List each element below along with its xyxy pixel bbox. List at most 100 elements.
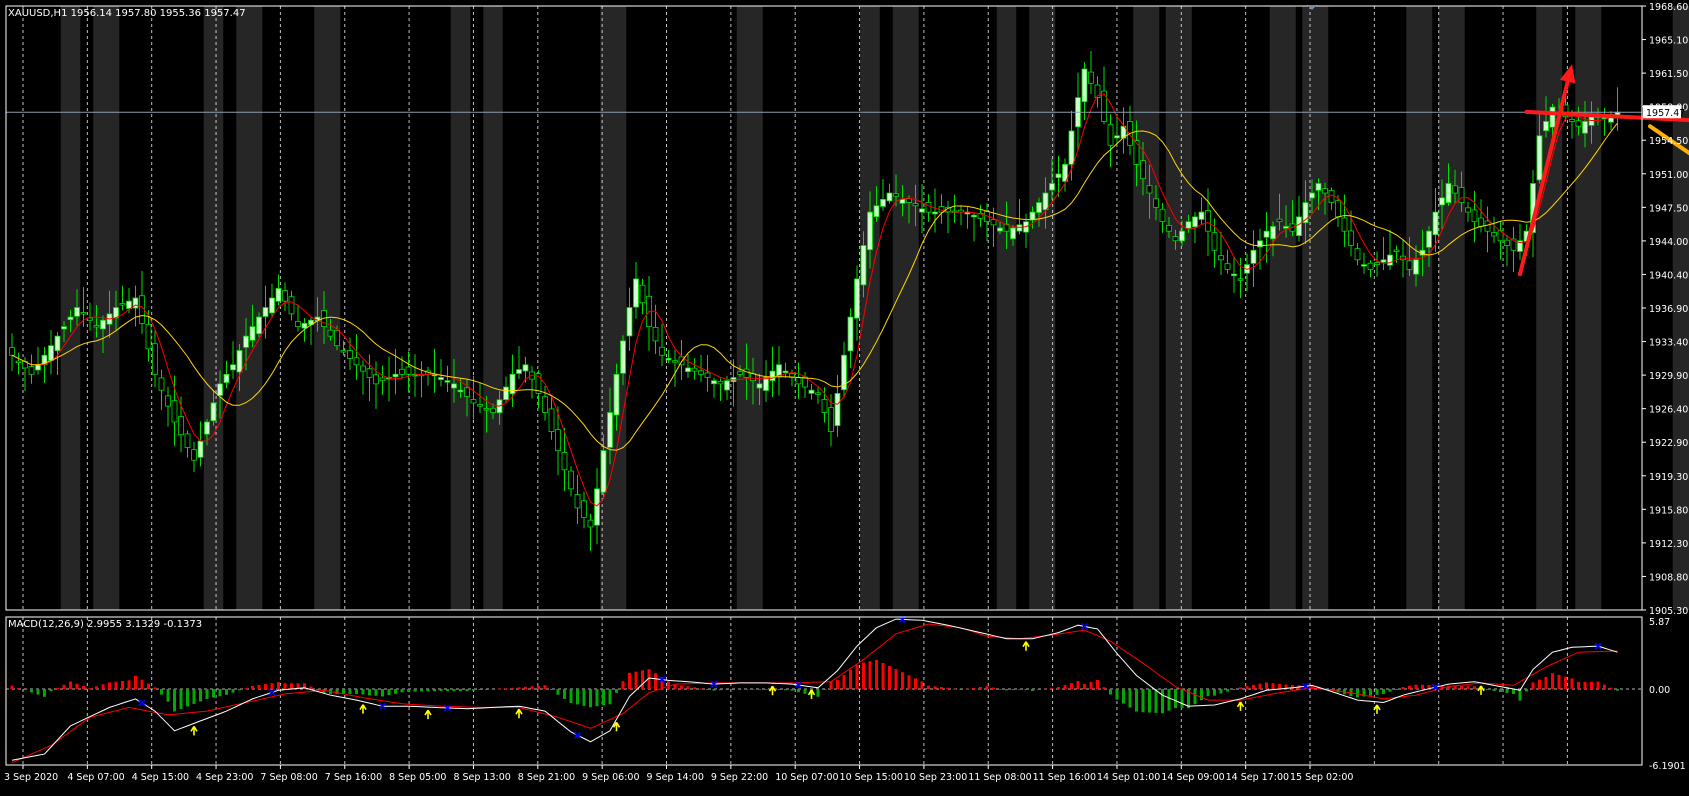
- candle-bear: [1089, 72, 1094, 83]
- candle-bear: [926, 202, 931, 212]
- y-tick-label: 1947.50: [1649, 203, 1688, 214]
- candle-bear: [166, 396, 171, 406]
- macd-hist-bar: [1064, 685, 1067, 689]
- macd-hist-bar: [24, 689, 27, 690]
- candle-bull: [1446, 183, 1451, 202]
- macd-hist-bar: [11, 686, 14, 689]
- macd-hist-bar: [1551, 673, 1554, 689]
- macd-hist-bar: [17, 688, 20, 689]
- macd-hist-bar: [1506, 689, 1509, 693]
- x-tick-label: 8 Sep 05:00: [389, 772, 446, 783]
- candle-bear: [751, 374, 756, 381]
- macd-hist-bar: [537, 686, 540, 689]
- y-tick-label: 1968.60: [1649, 2, 1688, 13]
- candle-bull: [55, 336, 60, 350]
- macd-hist-bar: [472, 689, 475, 691]
- macd-hist-bar: [1090, 682, 1093, 689]
- macd-hist-bar: [1129, 689, 1132, 708]
- candle-bear: [478, 405, 483, 407]
- macd-hist-bar: [316, 689, 319, 690]
- candle-bear: [465, 388, 470, 397]
- candle-bull: [686, 368, 691, 372]
- x-tick-label: 10 Sep 15:00: [840, 772, 903, 783]
- candle-bear: [1160, 209, 1165, 221]
- macd-hist-bar: [238, 689, 241, 690]
- macd-hist-bar: [1571, 678, 1574, 689]
- macd-hist-bar: [1415, 685, 1418, 689]
- macd-hist-bar: [687, 686, 690, 689]
- macd-hist-bar: [992, 688, 995, 689]
- macd-hist-bar: [1168, 689, 1171, 711]
- macd-hist-bar: [1148, 689, 1151, 713]
- macd-hist-bar: [895, 669, 898, 689]
- candle-bear: [367, 369, 372, 378]
- macd-title: MACD(12,26,9) 2.9955 3.1329 -0.1373: [8, 619, 202, 630]
- macd-hist-bar: [862, 663, 865, 690]
- macd-hist-bar: [641, 670, 644, 689]
- macd-hist-bar: [1239, 687, 1242, 689]
- chart-svg[interactable]: 1968.601965.101961.501958.001954.501951.…: [0, 0, 1689, 792]
- candle-bear: [374, 375, 379, 384]
- y-tick-label: 1961.50: [1649, 69, 1688, 80]
- macd-hist-bar: [836, 680, 839, 689]
- session-band: [1536, 6, 1562, 610]
- candle-bear: [1329, 190, 1334, 202]
- candle-bull: [842, 355, 847, 390]
- candle-bear: [556, 430, 561, 451]
- macd-hist-bar: [1213, 689, 1216, 696]
- macd-hist-bar: [1278, 684, 1281, 689]
- x-tick-label: 9 Sep 22:00: [711, 772, 768, 783]
- candle-bull: [1362, 265, 1367, 267]
- candle-bear: [1219, 256, 1224, 260]
- candle-bear: [1459, 187, 1464, 202]
- macd-hist-bar: [739, 689, 742, 690]
- macd-hist-bar: [1226, 689, 1229, 691]
- macd-hist-bar: [1103, 687, 1106, 689]
- session-band: [1166, 6, 1192, 610]
- candle-bull: [1082, 69, 1087, 102]
- macd-hist-bar: [1558, 675, 1561, 689]
- session-band: [893, 6, 919, 610]
- candle-bear: [1505, 240, 1510, 245]
- x-tick-label: 4 Sep 15:00: [132, 772, 189, 783]
- macd-hist-bar: [804, 689, 807, 694]
- candle-bear: [192, 450, 197, 461]
- candle-bear: [289, 297, 294, 314]
- macd-hist-bar: [713, 689, 716, 691]
- macd-hist-bar: [1246, 686, 1249, 689]
- macd-hist-bar: [1460, 686, 1463, 689]
- macd-hist-bar: [173, 689, 176, 711]
- candle-bear: [705, 373, 710, 378]
- session-band: [1439, 6, 1465, 610]
- macd-hist-bar: [102, 684, 105, 689]
- macd-hist-bar: [531, 686, 534, 689]
- x-tick-label: 10 Sep 07:00: [775, 772, 838, 783]
- macd-hist-bar: [219, 689, 222, 696]
- candle-bear: [822, 399, 827, 412]
- macd-hist-bar: [1467, 686, 1470, 689]
- macd-hist-bar: [765, 689, 768, 690]
- session-band: [1133, 6, 1159, 610]
- macd-hist-bar: [628, 673, 631, 689]
- candle-bull: [211, 403, 216, 421]
- candle-bear: [159, 378, 164, 390]
- macd-hist-bar: [56, 688, 59, 689]
- candle-bear: [692, 368, 697, 371]
- candle-bull: [1043, 193, 1048, 210]
- session-band: [600, 6, 626, 610]
- macd-hist-bar: [550, 689, 553, 690]
- macd-hist-bar: [1252, 685, 1255, 689]
- candle-bear: [1453, 186, 1458, 193]
- macd-hist-bar: [966, 689, 969, 690]
- session-band: [737, 6, 763, 610]
- candle-bear: [341, 350, 346, 352]
- macd-hist-bar: [115, 682, 118, 689]
- macd-hist-bar: [1616, 689, 1619, 691]
- candle-bull: [218, 384, 223, 396]
- candle-bull: [1017, 225, 1022, 231]
- candle-bull: [250, 327, 255, 341]
- candle-bull: [1264, 231, 1269, 237]
- session-band: [1406, 6, 1432, 610]
- macd-hist-bar: [1200, 689, 1203, 700]
- candle-bear: [335, 330, 340, 345]
